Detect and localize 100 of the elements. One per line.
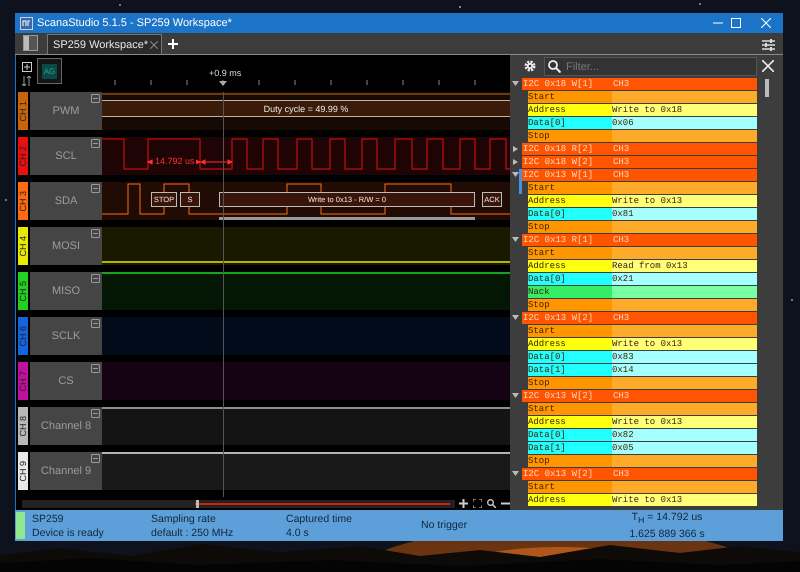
packet-channel: CH3: [613, 157, 630, 167]
field-name-cell: Address: [528, 104, 612, 116]
channel-label[interactable]: SCLK: [30, 317, 102, 355]
timeline-scrollbar[interactable]: [22, 500, 455, 508]
packet-header[interactable]: I2C 0x18 W[2] CH3: [522, 156, 757, 168]
packet-title: I2C 0x18 W[1]: [522, 79, 594, 89]
field-name-cell: Address: [528, 338, 612, 350]
scrollbar-thumb[interactable]: [765, 79, 769, 97]
channel-tag: CH 4: [18, 227, 28, 265]
disclosure-icon: [512, 315, 519, 321]
field-name-cell: Address: [528, 260, 612, 272]
packet-channel: CH3: [613, 469, 630, 479]
collapse-icon: [91, 409, 100, 418]
packet-header[interactable]: I2C 0x13 W[2] CH3: [522, 390, 757, 402]
field-name-cell: Start: [528, 325, 612, 337]
packet-channel: CH3: [613, 79, 630, 89]
field-value-cell: 0x81: [612, 208, 757, 220]
field-name-cell: Data[1]: [528, 442, 612, 454]
field-name-cell: Address: [528, 494, 612, 506]
packet-channel: CH3: [613, 313, 630, 323]
field-value-cell: 0x82: [612, 429, 757, 441]
channel-label[interactable]: SDA: [30, 182, 102, 220]
group-button[interactable]: AG: [37, 58, 62, 84]
field-name-cell: Address: [528, 416, 612, 428]
packet-header[interactable]: I2C 0x18 W[1] CH3: [522, 78, 757, 90]
zoom-in-icon: [459, 499, 468, 508]
field-name-cell: Stop: [528, 377, 612, 389]
close-icon: [761, 18, 771, 28]
collapse-icon: [91, 139, 100, 148]
fit-icon: [473, 499, 482, 508]
packet-header[interactable]: I2C 0x18 R[2] CH3: [522, 143, 757, 155]
packet-header[interactable]: I2C 0x13 R[1] CH3: [522, 234, 757, 246]
trigger-status: No trigger: [421, 518, 468, 530]
channel-tag: CH 2: [18, 137, 28, 175]
sort-icon: [22, 76, 32, 86]
field-name-cell: Stop: [528, 455, 612, 467]
field-value-cell: Write to 0x13: [612, 338, 757, 350]
window-title: ScanaStudio 5.1.5 - SP259 Workspace*: [37, 17, 233, 29]
app-icon: [20, 16, 33, 30]
collapse-icon: [91, 229, 100, 238]
workspace-tab[interactable]: SP259 Workspace*: [47, 34, 162, 54]
packet-title: I2C 0x18 W[2]: [522, 157, 594, 167]
field-value-cell: Write to 0x13: [612, 494, 757, 506]
field-name-cell: Address: [528, 195, 612, 207]
packet-header[interactable]: I2C 0x13 W[1] CH3: [522, 169, 757, 181]
field-name-cell: Start: [528, 91, 612, 103]
collapse-icon: [91, 94, 100, 103]
field-name-cell: Stop: [528, 130, 612, 142]
device-status: Device is ready: [32, 526, 105, 538]
packet-channel: CH3: [613, 391, 630, 401]
field-value-cell: 0x83: [612, 351, 757, 363]
disclosure-icon: [512, 237, 519, 243]
field-name-cell: Data[0]: [528, 429, 612, 441]
sliders-icon: [762, 39, 775, 51]
field-value-cell: Read from 0x13: [612, 260, 757, 272]
channel-label[interactable]: CS: [30, 362, 102, 400]
channel-label[interactable]: MOSI: [30, 227, 102, 265]
packet-title: I2C 0x13 W[2]: [522, 391, 594, 401]
channel-tag: CH 7: [18, 362, 28, 400]
collapse-icon: [91, 364, 100, 373]
channel-label[interactable]: SCL: [30, 137, 102, 175]
collapse-icon: [91, 319, 100, 328]
disclosure-icon: [512, 471, 519, 477]
panel-toggle-icon: [23, 35, 38, 51]
field-value-cell: Write to 0x18: [612, 104, 757, 116]
field-name-cell: Data[0]: [528, 117, 612, 129]
field-name-cell: Data[0]: [528, 351, 612, 363]
disclosure-icon: [512, 393, 519, 399]
period-reading: T$_{H}$ = 14.792 us: [632, 511, 702, 526]
cursor-marker-icon: [219, 81, 227, 86]
packet-header[interactable]: I2C 0x13 W[2] CH3: [522, 312, 757, 324]
filter-field[interactable]: Filter...: [544, 57, 757, 76]
measurement-label: 14.792 us: [154, 156, 196, 166]
channel-label[interactable]: Channel 8: [30, 407, 102, 445]
packet-title: I2C 0x13 W[1]: [522, 170, 594, 180]
packet-header[interactable]: I2C 0x13 W[2] CH3: [522, 468, 757, 480]
device-name: SP259: [32, 512, 65, 524]
packet-channel: CH3: [613, 235, 630, 245]
timestamp-reading: 1.625 889 366 s: [629, 528, 705, 540]
field-name-cell: Start: [528, 182, 612, 194]
channel-tag: CH 8: [18, 407, 28, 445]
packet-title: I2C 0x13 R[1]: [522, 235, 594, 245]
channel-tag: CH 3: [18, 182, 28, 220]
channel-label[interactable]: Channel 9: [30, 452, 102, 490]
packet-channel: CH3: [613, 144, 630, 154]
field-name-cell: Stop: [528, 221, 612, 233]
captured-time-value: 4.0 s: [286, 526, 310, 538]
collapse-icon: [91, 274, 100, 283]
channel-tag: CH 9: [18, 452, 28, 490]
channel-label[interactable]: MISO: [30, 272, 102, 310]
close-icon: [150, 40, 158, 48]
captured-time-label: Captured time: [286, 512, 353, 524]
field-name-cell: Start: [528, 247, 612, 259]
disclosure-icon: [512, 81, 519, 87]
cursor-time-label: +0.9 ms: [209, 68, 242, 78]
field-value-cell: Write to 0x13: [612, 416, 757, 428]
search-icon: [487, 499, 496, 508]
channel-label[interactable]: PWM: [30, 92, 102, 130]
field-value-cell: 0x05: [612, 442, 757, 454]
field-value-cell: 0x21: [612, 273, 757, 285]
